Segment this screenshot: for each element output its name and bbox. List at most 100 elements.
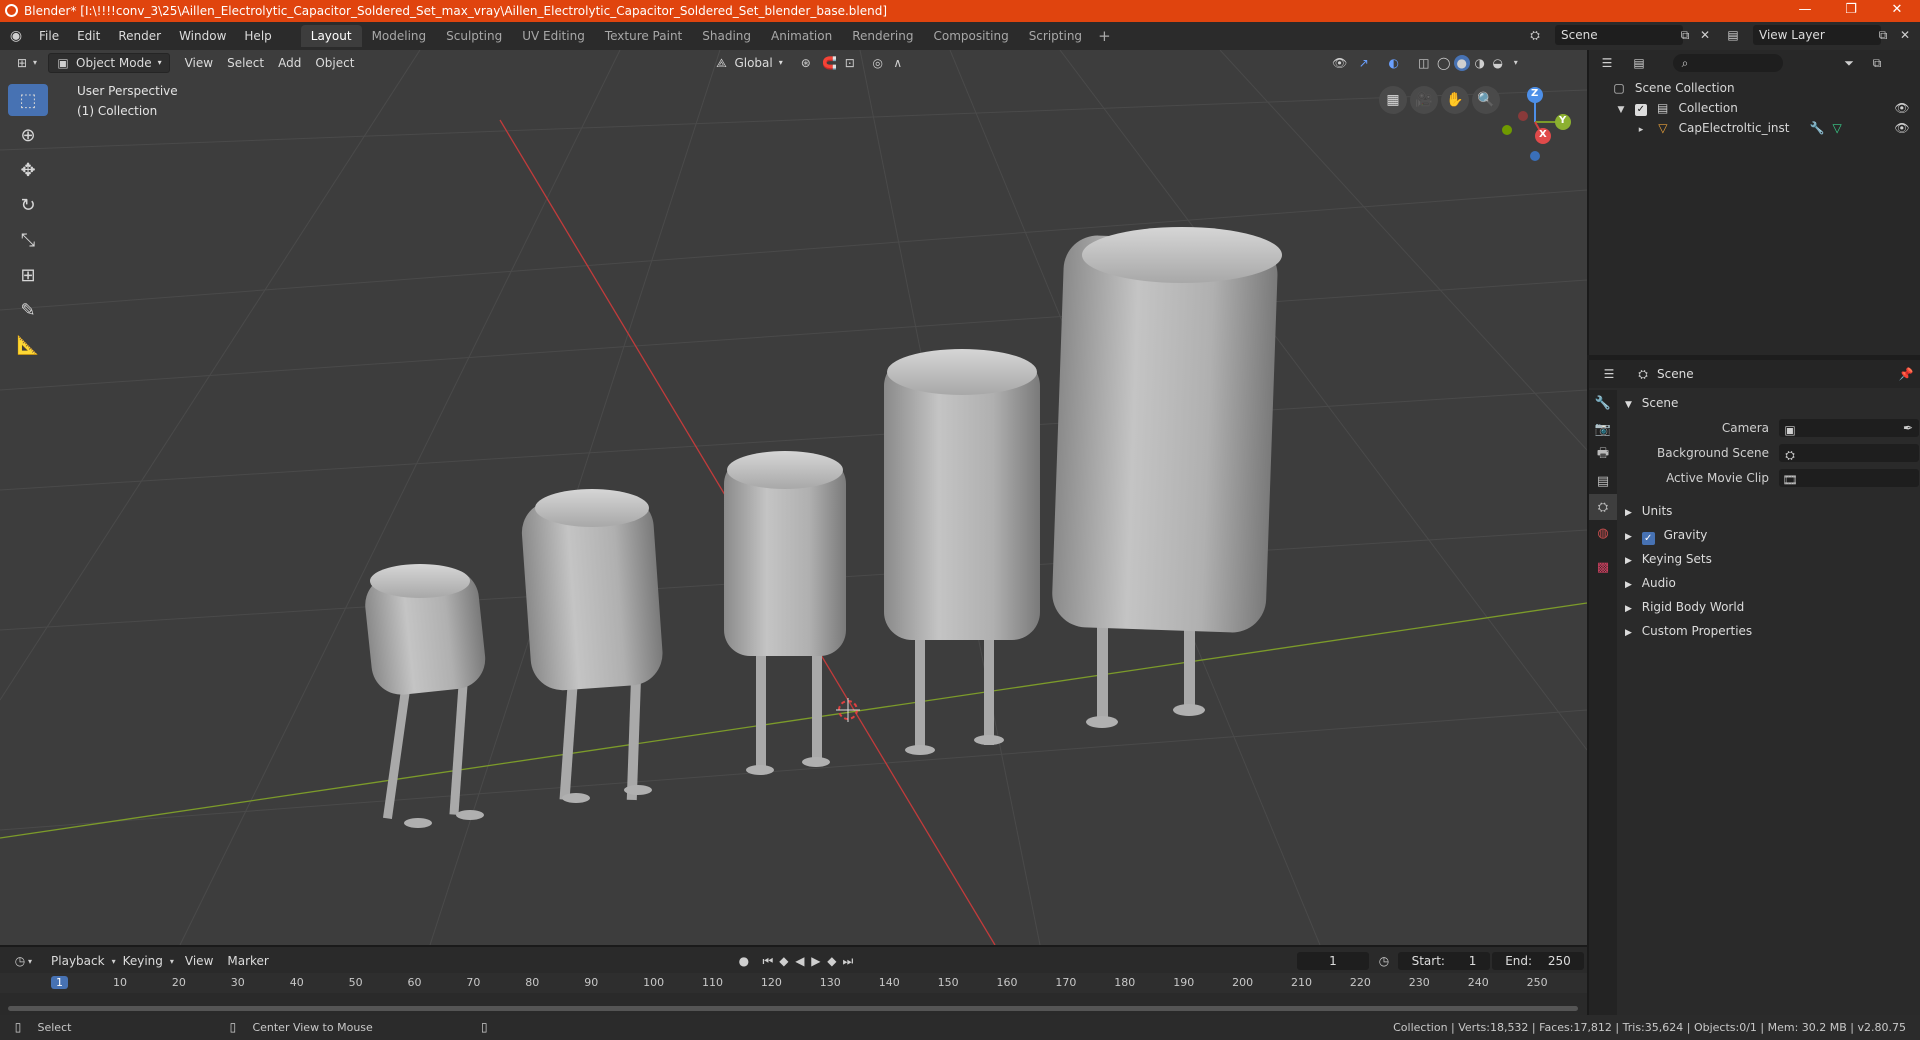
eye-icon[interactable]: 👁 — [1894, 100, 1910, 116]
blender-menu-icon[interactable]: ◉ — [8, 28, 24, 44]
view-layer-icon[interactable]: ▤ — [1725, 27, 1741, 43]
play-reverse-icon[interactable]: ◀ — [792, 953, 808, 969]
view-layer-tab-icon[interactable]: ▤ — [1589, 468, 1617, 494]
close-button[interactable]: ✕ — [1874, 0, 1920, 22]
eyedropper-icon[interactable]: ✒ — [1900, 420, 1916, 436]
frame-ruler[interactable]: 1 10 20 30 40 50 60 70 80 90 100 110 120 130 140 150 160… — [0, 973, 1587, 993]
properties-editor-type-icon[interactable]: ☰ — [1601, 366, 1617, 382]
tab-texture-paint[interactable]: Texture Paint — [595, 25, 692, 47]
gravity-panel-header[interactable]: ▶ ✓ Gravity — [1619, 524, 1920, 546]
overlay-toggle-icon[interactable]: ◐ — [1386, 55, 1402, 71]
world-tab-icon[interactable]: ◍ — [1589, 520, 1617, 546]
keying-sets-panel-header[interactable]: ▶ Keying Sets — [1619, 548, 1920, 570]
rendered-shading-icon[interactable]: ◒ — [1490, 55, 1506, 71]
tab-rendering[interactable]: Rendering — [842, 25, 923, 47]
outliner-editor-type-icon[interactable]: ☰ — [1599, 55, 1615, 71]
tab-uv-editing[interactable]: UV Editing — [512, 25, 595, 47]
jump-keyframe-back-icon[interactable]: ◆ — [776, 953, 792, 969]
rotate-tool-icon[interactable]: ↻ — [8, 189, 48, 221]
menu-playback[interactable]: Playback — [44, 951, 112, 971]
menu-view[interactable]: View — [178, 951, 220, 971]
proportional-edit-icon[interactable]: ◎ — [870, 55, 886, 71]
menu-help[interactable]: Help — [235, 23, 280, 49]
scale-tool-icon[interactable]: ⤡ — [8, 224, 48, 256]
tab-layout[interactable]: Layout — [300, 25, 362, 47]
outliner-row-object[interactable]: ▸ ▽ CapElectroltic_inst 🔧 ▽ 👁 — [1589, 118, 1920, 138]
custom-properties-panel-header[interactable]: ▶ Custom Properties — [1619, 620, 1920, 642]
delete-view-layer-icon[interactable]: ✕ — [1897, 27, 1913, 43]
display-mode-icon[interactable]: ▤ — [1631, 55, 1647, 71]
scene-panel-header[interactable]: ▼ Scene — [1619, 392, 1920, 414]
view-layer-field[interactable]: View Layer — [1753, 25, 1881, 45]
outliner-search-input[interactable]: ⌕ — [1673, 54, 1783, 72]
tab-compositing[interactable]: Compositing — [923, 25, 1018, 47]
snap-icon[interactable]: 🧲 — [822, 55, 838, 71]
chevron-down-icon[interactable]: ▾ — [28, 957, 32, 966]
active-movie-clip-field[interactable]: 🎞 — [1779, 469, 1919, 487]
outliner-row-scene-collection[interactable]: ▢ Scene Collection — [1589, 78, 1920, 98]
filter-icon[interactable]: ⏷ — [1841, 55, 1857, 71]
scene-selector-icon[interactable]: ⛭ — [1527, 27, 1543, 43]
solid-shading-icon[interactable]: ● — [1453, 55, 1470, 71]
menu-file[interactable]: File — [30, 23, 68, 49]
end-frame-field[interactable]: End: 250 — [1492, 952, 1584, 970]
jump-keyframe-forward-icon[interactable]: ◆ — [824, 953, 840, 969]
xray-toggle-icon[interactable]: ◫ — [1416, 55, 1432, 71]
gravity-checkbox[interactable]: ✓ — [1641, 532, 1655, 545]
wireframe-shading-icon[interactable]: ◯ — [1436, 55, 1452, 71]
menu-keying[interactable]: Keying — [116, 951, 170, 971]
tab-animation[interactable]: Animation — [761, 25, 842, 47]
capacitor-2[interactable] — [520, 489, 665, 803]
new-collection-icon[interactable]: ⧉ — [1869, 55, 1885, 71]
units-panel-header[interactable]: ▶ Units — [1619, 500, 1920, 522]
jump-start-icon[interactable]: ⏮ — [760, 953, 776, 969]
mesh-data-icon[interactable]: ▽ — [1829, 120, 1845, 136]
maximize-button[interactable]: ❐ — [1828, 0, 1874, 22]
pivot-point-icon[interactable]: ⊛ — [798, 55, 814, 71]
move-tool-icon[interactable]: ✥ — [8, 154, 48, 186]
material-shading-icon[interactable]: ◑ — [1472, 55, 1488, 71]
texture-tab-icon[interactable]: ▩ — [1589, 554, 1617, 580]
chevron-down-icon[interactable]: ▾ — [30, 55, 40, 71]
editor-type-icon[interactable]: ⊞ — [14, 55, 30, 71]
transform-orientation-dropdown[interactable]: ⟁ Global ▾ — [707, 53, 789, 73]
modifier-wrench-icon[interactable]: 🔧 — [1809, 120, 1825, 136]
scene-tab-icon[interactable]: ⛭ — [1589, 494, 1617, 520]
minimize-button[interactable]: — — [1782, 0, 1828, 22]
cursor-tool-icon[interactable]: ⊕ — [8, 119, 48, 151]
falloff-icon[interactable]: ∧ — [890, 55, 906, 71]
select-box-tool-icon[interactable]: ⬚ — [8, 84, 48, 116]
menu-render[interactable]: Render — [109, 23, 170, 49]
visibility-icon[interactable]: 👁 — [1332, 55, 1348, 71]
checkbox-icon[interactable]: ✓ — [1634, 104, 1647, 116]
output-tab-icon[interactable]: 🖶 — [1589, 442, 1617, 468]
render-tab-icon[interactable]: 📷 — [1589, 416, 1617, 442]
tool-tab-icon[interactable]: 🔧 — [1589, 390, 1617, 416]
play-icon[interactable]: ▶ — [808, 953, 824, 969]
menu-select[interactable]: Select — [220, 53, 271, 73]
toggle-grid-view-icon[interactable]: ▦ — [1379, 86, 1407, 114]
new-view-layer-icon[interactable]: ⧉ — [1875, 27, 1891, 43]
menu-add[interactable]: Add — [271, 53, 308, 73]
menu-window[interactable]: Window — [170, 23, 235, 49]
rigid-body-world-panel-header[interactable]: ▶ Rigid Body World — [1619, 596, 1920, 618]
new-scene-icon[interactable]: ⧉ — [1677, 27, 1693, 43]
3d-cursor-icon[interactable] — [836, 698, 860, 722]
menu-edit[interactable]: Edit — [68, 23, 109, 49]
tab-sculpting[interactable]: Sculpting — [436, 25, 512, 47]
3d-viewport[interactable]: Z Y X ⊞ ▾ ▣ Object Mode ▾ View Select Ad… — [0, 50, 1587, 945]
eye-icon[interactable]: 👁 — [1894, 120, 1910, 136]
camera-field[interactable]: ▣ ✒ — [1779, 419, 1919, 437]
measure-tool-icon[interactable]: 📐 — [8, 329, 48, 361]
menu-object[interactable]: Object — [308, 53, 361, 73]
current-frame-field[interactable]: 1 — [1297, 952, 1369, 970]
capacitor-4[interactable] — [884, 349, 1040, 755]
background-scene-field[interactable]: ⛭ — [1779, 444, 1919, 462]
pan-view-icon[interactable]: ✋ — [1441, 86, 1469, 114]
scene-name-field[interactable]: Scene — [1555, 25, 1683, 45]
start-frame-field[interactable]: Start: 1 — [1398, 952, 1490, 970]
capacitor-3[interactable] — [724, 451, 846, 775]
expand-arrow-icon[interactable]: ▼ — [1613, 102, 1629, 118]
outliner-row-collection[interactable]: ▼ ✓ ▤ Collection 👁 — [1589, 98, 1920, 118]
record-icon[interactable]: ● — [736, 953, 752, 969]
